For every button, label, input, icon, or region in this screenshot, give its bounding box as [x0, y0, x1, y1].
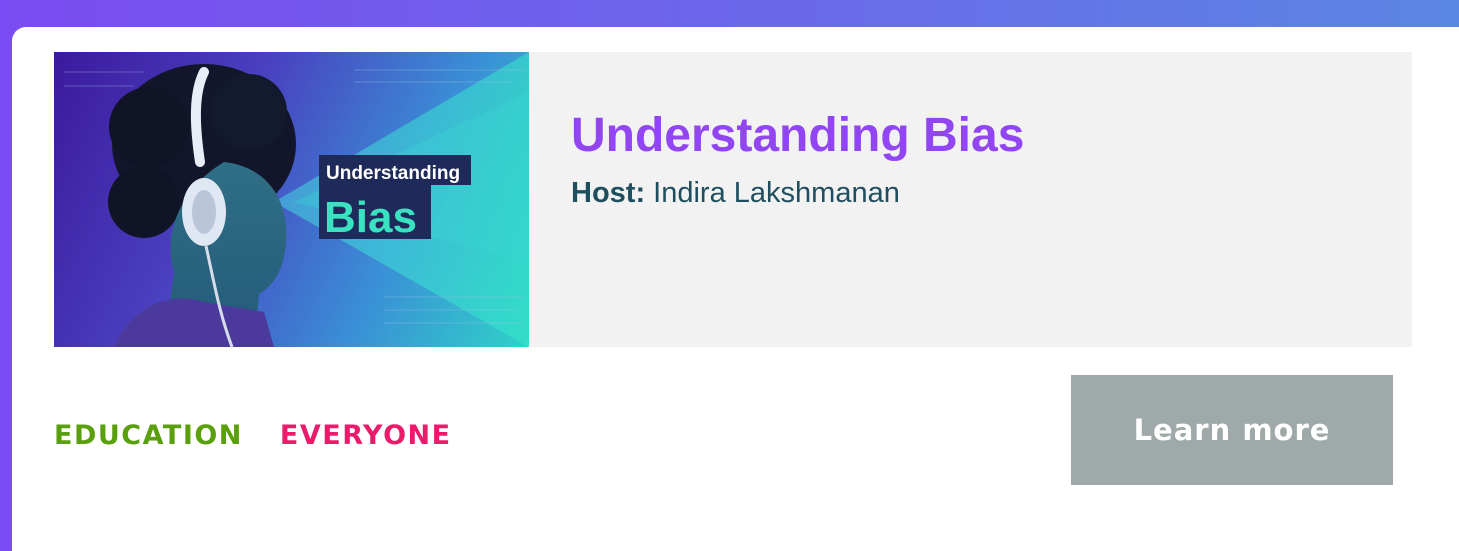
podcast-info: Understanding Bias Host: Indira Lakshman…	[529, 52, 1024, 347]
podcast-host: Host: Indira Lakshmanan	[571, 177, 1024, 210]
artwork-title-line2: Bias	[324, 193, 417, 242]
tag-everyone: EVERYONE	[279, 420, 452, 451]
artwork-title-line1: Understanding	[326, 163, 460, 184]
tag-education: EDUCATION	[54, 420, 243, 451]
host-label: Host:	[571, 176, 646, 209]
host-name: Indira Lakshmanan	[653, 176, 900, 209]
learn-more-button[interactable]: Learn more	[1071, 375, 1393, 485]
podcast-title: Understanding Bias	[571, 109, 1025, 162]
podcast-feature: Understanding Bias Understanding Bias Ho…	[54, 52, 1412, 347]
podcast-artwork-illustration: Understanding Bias	[64, 52, 529, 347]
category-tags: EDUCATION EVERYONE	[54, 420, 452, 451]
podcast-artwork: Understanding Bias	[54, 52, 529, 347]
